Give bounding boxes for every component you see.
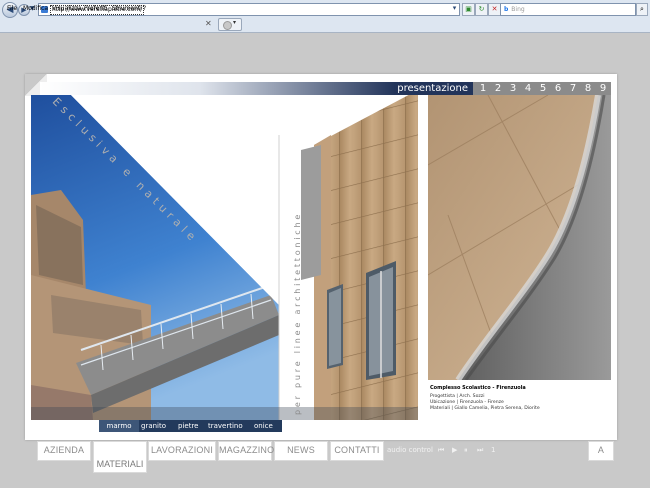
project-designer: Progettista | Arch. Sozzi	[430, 394, 485, 399]
new-tab-icon	[223, 21, 232, 30]
menu-bar	[0, 17, 650, 32]
page-number-7[interactable]: 7	[566, 82, 580, 95]
tagline-vertical: per pure linee architettoniche	[293, 211, 302, 415]
menu-visualizza[interactable]: Visualizza	[52, 5, 82, 12]
material-tab-granito[interactable]: granito	[141, 420, 166, 432]
page-number-8[interactable]: 8	[581, 82, 595, 95]
close-tab-icon[interactable]: ✕	[205, 19, 212, 28]
header-gradient-strip	[40, 82, 395, 95]
nav-magazzino[interactable]: MAGAZZINO	[218, 441, 274, 461]
menu-help[interactable]: ?	[143, 5, 146, 12]
project-materials: Materiali | Giallo Camelia, Pietra Seren…	[430, 406, 540, 411]
menu-file[interactable]: File	[7, 5, 17, 12]
page-number-2[interactable]: 2	[491, 82, 505, 95]
page-number-4[interactable]: 4	[521, 82, 535, 95]
page-number-6[interactable]: 6	[551, 82, 565, 95]
nav-lavorazioni[interactable]: LAVORAZIONI	[148, 441, 216, 461]
material-tab-pietre[interactable]: pietre	[178, 420, 198, 432]
page-number-9[interactable]: 9	[596, 82, 610, 95]
building-photo-left: Esclusiva e naturale per pure linee arch…	[31, 95, 418, 420]
nav-materiali[interactable]: MATERIALI	[93, 441, 147, 473]
material-tab-travertino[interactable]: travertino	[208, 420, 243, 432]
project-title: Complesso Scolastico - Firenzuola	[430, 385, 526, 391]
play-icon[interactable]: ▶	[452, 446, 457, 454]
audio-track-number: 1	[491, 446, 496, 454]
nav-azienda[interactable]: AZIENDA	[37, 441, 91, 461]
new-tab-button[interactable]: ▾	[218, 18, 242, 31]
search-input[interactable]: b Bing	[500, 3, 636, 16]
compat-view-icon[interactable]: ▣	[462, 3, 475, 16]
bing-logo-icon: b	[504, 6, 509, 13]
menu-modifica[interactable]: Modifica	[23, 5, 48, 12]
search-placeholder: Bing	[511, 6, 525, 13]
fast-forward-icon[interactable]: ⏭	[477, 446, 483, 455]
material-tab-onice[interactable]: onice	[254, 420, 273, 432]
audio-control-label: audio control	[387, 446, 433, 454]
nav-contatti[interactable]: CONTATTI	[330, 441, 384, 461]
page-number-3[interactable]: 3	[506, 82, 520, 95]
page-number-5[interactable]: 5	[536, 82, 550, 95]
material-tab-marmo[interactable]: marmo	[99, 420, 139, 432]
nav-language[interactable]: A	[588, 441, 614, 461]
page-number-1[interactable]: 1	[476, 82, 490, 95]
search-go-icon[interactable]: ⌕	[636, 3, 648, 16]
stone-detail-photo	[428, 95, 611, 380]
chevron-down-icon: ▾	[233, 19, 237, 26]
nav-news[interactable]: NEWS	[274, 441, 328, 461]
rewind-icon[interactable]: ⏮	[438, 446, 444, 455]
refresh-icon[interactable]: ↻	[475, 3, 488, 16]
menu-preferiti[interactable]: Preferiti	[84, 5, 108, 12]
pause-icon[interactable]: ⏸	[464, 446, 468, 455]
project-location: Ubicazione | Firenzuola - Firenze	[430, 400, 504, 405]
address-dropdown-icon[interactable]: ▾	[450, 4, 459, 13]
menu-strumenti[interactable]: Strumenti	[112, 5, 142, 12]
tab-presentazione[interactable]: presentazione	[395, 82, 473, 95]
